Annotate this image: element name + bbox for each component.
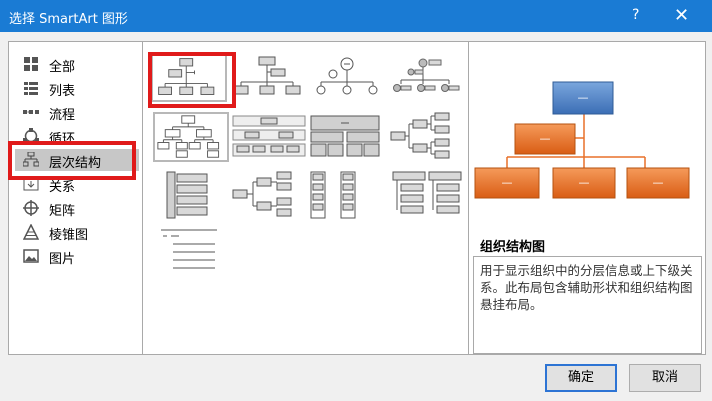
labeled-hierarchy-layout[interactable]	[231, 112, 307, 162]
picture-icon	[23, 249, 39, 263]
box-label: —	[540, 132, 551, 145]
layout-highlight	[148, 52, 236, 108]
box-label: —	[579, 176, 590, 189]
name-title-org-chart-layout[interactable]	[231, 52, 307, 102]
list-icon	[24, 82, 38, 95]
box-label: —	[502, 176, 513, 189]
category-label: 矩阵	[49, 204, 76, 219]
category-label: 流程	[49, 108, 76, 123]
category-all[interactable]: 全部	[15, 53, 139, 75]
category-process[interactable]: 流程	[15, 101, 139, 123]
category-pyramid[interactable]: 棱锥图	[15, 221, 139, 243]
category-list: 全部 列表 流程 循环 层次结构 关系 矩阵 棱锥图 图片	[8, 41, 142, 355]
table-hierarchy-layout[interactable]	[309, 112, 385, 162]
box-label: —	[653, 176, 664, 189]
matrix-icon	[23, 200, 39, 216]
hierarchy-list-layout[interactable]	[309, 170, 385, 220]
help-button[interactable]: ?	[632, 7, 639, 23]
process-icon	[23, 110, 39, 114]
ok-button[interactable]: 确定	[545, 364, 617, 392]
horizontal-hierarchy-layout[interactable]	[389, 112, 465, 162]
grid-icon	[24, 57, 38, 71]
title-bar: 选择 SmartArt 图形 ? ✕	[0, 0, 712, 32]
layout-description: 用于显示组织中的分层信息或上下级关系。此布局包含辅助形状和组织结构图悬挂布局。	[473, 256, 702, 354]
lined-list-hierarchy-layout[interactable]	[153, 170, 229, 220]
text-hierarchy-layout[interactable]	[153, 224, 229, 274]
category-label: 列表	[49, 84, 76, 99]
category-highlight	[8, 141, 136, 180]
window-title: 选择 SmartArt 图形	[9, 12, 128, 27]
layout-name: 组织结构图	[480, 240, 546, 255]
multi-level-hierarchy-layout[interactable]	[389, 170, 465, 220]
hierarchy-layout[interactable]	[153, 112, 229, 162]
cancel-button[interactable]: 取消	[629, 364, 701, 392]
category-matrix[interactable]: 矩阵	[15, 197, 139, 219]
category-picture[interactable]: 图片	[15, 245, 139, 267]
close-button[interactable]: ✕	[674, 5, 689, 26]
horizontal-org-chart-layout[interactable]	[231, 170, 307, 220]
circle-picture-hierarchy-layout[interactable]	[389, 52, 465, 102]
category-label: 图片	[49, 252, 76, 267]
box-label: —	[578, 91, 589, 104]
category-label: 棱锥图	[49, 228, 89, 243]
preview-panel: — — — — — 组织结构图 用于显示组织中的分层信息或上下级关系。此布局包含…	[469, 41, 706, 355]
category-label: 全部	[49, 60, 76, 75]
category-list-item[interactable]: 列表	[15, 77, 139, 99]
org-chart-preview: — — — — —	[474, 81, 690, 199]
half-circle-org-chart-layout[interactable]	[311, 52, 387, 102]
pyramid-icon	[23, 224, 39, 240]
